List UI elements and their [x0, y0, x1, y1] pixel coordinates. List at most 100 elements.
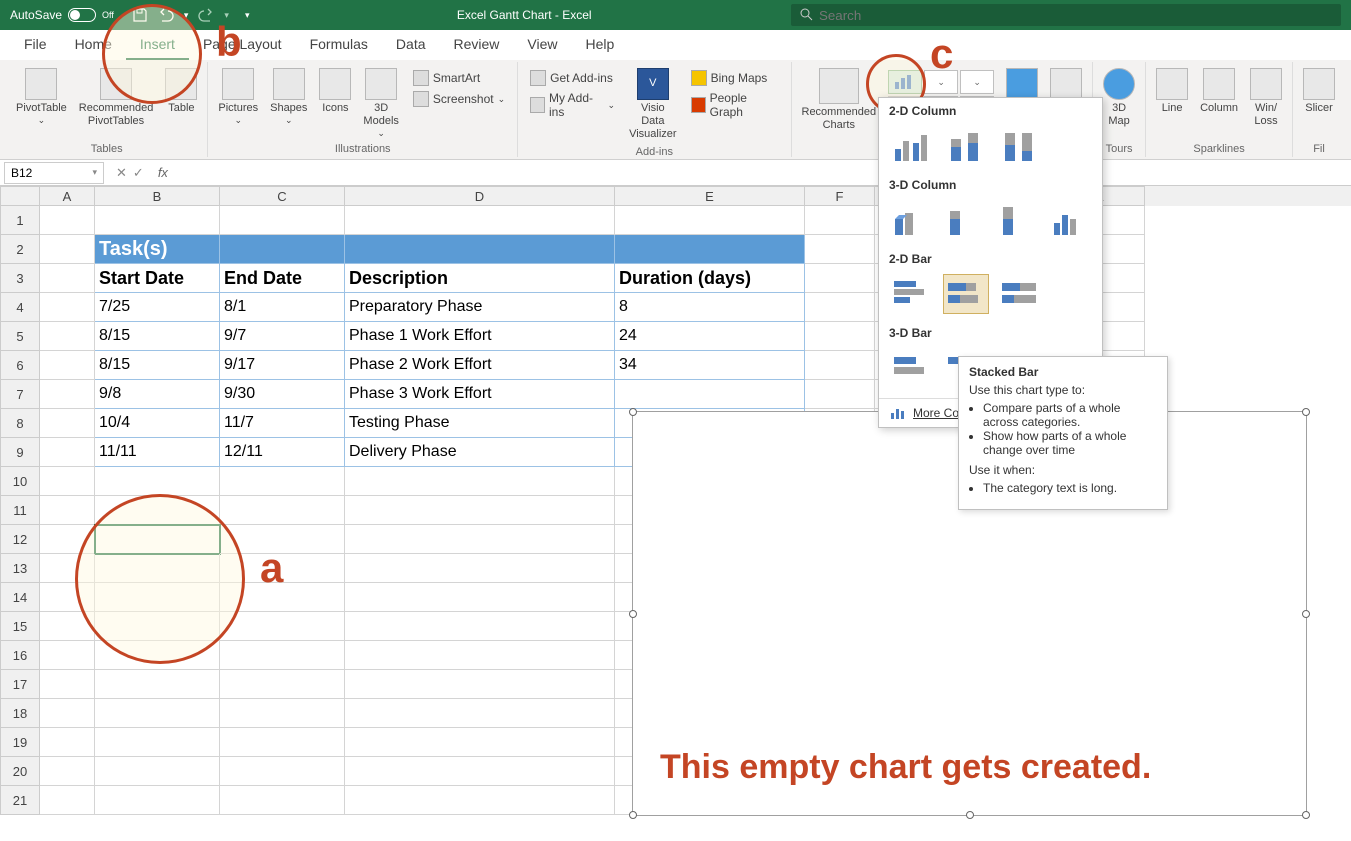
- undo-icon[interactable]: [158, 7, 174, 23]
- visio-button[interactable]: VVisio Data Visualizer: [623, 66, 683, 144]
- cell[interactable]: Duration (days): [615, 264, 805, 293]
- row-header[interactable]: 14: [0, 583, 40, 612]
- cell[interactable]: [40, 235, 95, 264]
- cell[interactable]: End Date: [220, 264, 345, 293]
- cell[interactable]: [220, 757, 345, 786]
- chart-resize-handle[interactable]: [966, 811, 974, 819]
- cell[interactable]: [220, 467, 345, 496]
- cell[interactable]: [220, 670, 345, 699]
- cell[interactable]: 34: [615, 351, 805, 380]
- row-header[interactable]: 6: [0, 351, 40, 380]
- row-header[interactable]: 18: [0, 699, 40, 728]
- cell[interactable]: [220, 612, 345, 641]
- column-header[interactable]: B: [95, 186, 220, 206]
- qat-more-icon[interactable]: ▾: [245, 10, 250, 21]
- autosave-toggle[interactable]: AutoSave Off: [0, 8, 124, 22]
- cell[interactable]: [345, 554, 615, 583]
- cell[interactable]: [805, 351, 875, 380]
- chart-resize-handle[interactable]: [1302, 811, 1310, 819]
- column-header[interactable]: F: [805, 186, 875, 206]
- cell[interactable]: [40, 786, 95, 815]
- row-header[interactable]: 13: [0, 554, 40, 583]
- row-header[interactable]: 17: [0, 670, 40, 699]
- cell[interactable]: Testing Phase: [345, 409, 615, 438]
- clustered-column-option[interactable]: [889, 126, 935, 166]
- recommended-charts-button[interactable]: Recommended Charts: [796, 66, 883, 134]
- bing-maps-button[interactable]: Bing Maps: [687, 68, 783, 88]
- icons-button[interactable]: Icons: [313, 66, 357, 117]
- cell[interactable]: [95, 525, 220, 554]
- row-header[interactable]: 8: [0, 409, 40, 438]
- stacked-column-option[interactable]: [943, 126, 989, 166]
- 3d-column-option[interactable]: [1047, 200, 1092, 240]
- tab-page-layout[interactable]: Page Layout: [189, 30, 296, 60]
- cell[interactable]: Delivery Phase: [345, 438, 615, 467]
- row-header[interactable]: 19: [0, 728, 40, 757]
- cell[interactable]: [95, 206, 220, 235]
- cell[interactable]: 9/8: [95, 380, 220, 409]
- line-chart-button[interactable]: ⌄: [924, 70, 958, 94]
- cell[interactable]: [345, 641, 615, 670]
- cell[interactable]: Task(s): [95, 235, 220, 264]
- cell[interactable]: 11/7: [220, 409, 345, 438]
- cell[interactable]: [615, 206, 805, 235]
- 3d-clustered-bar-option[interactable]: [889, 348, 935, 388]
- cell[interactable]: [220, 206, 345, 235]
- cell[interactable]: Phase 3 Work Effort: [345, 380, 615, 409]
- cell[interactable]: [95, 612, 220, 641]
- cell[interactable]: [805, 206, 875, 235]
- column-header[interactable]: E: [615, 186, 805, 206]
- cell[interactable]: [345, 235, 615, 264]
- enter-icon[interactable]: ✓: [133, 165, 144, 181]
- get-addins-button[interactable]: Get Add-ins: [526, 68, 619, 88]
- cell[interactable]: [40, 322, 95, 351]
- cell[interactable]: [345, 206, 615, 235]
- row-header[interactable]: 15: [0, 612, 40, 641]
- 100-stacked-column-option[interactable]: [997, 126, 1043, 166]
- cell[interactable]: [95, 699, 220, 728]
- 3d-map-button[interactable]: 3D Map: [1097, 66, 1141, 130]
- chart-resize-handle[interactable]: [1302, 610, 1310, 618]
- shapes-button[interactable]: Shapes⌄: [264, 66, 313, 128]
- cell[interactable]: [40, 757, 95, 786]
- cell[interactable]: [615, 380, 805, 409]
- cell[interactable]: [345, 728, 615, 757]
- cell[interactable]: [345, 496, 615, 525]
- cell[interactable]: [345, 525, 615, 554]
- cell[interactable]: [40, 264, 95, 293]
- pictures-button[interactable]: Pictures⌄: [212, 66, 264, 128]
- cell[interactable]: [95, 496, 220, 525]
- cell[interactable]: [40, 525, 95, 554]
- cell[interactable]: Phase 1 Work Effort: [345, 322, 615, 351]
- cell[interactable]: Preparatory Phase: [345, 293, 615, 322]
- cell[interactable]: 8: [615, 293, 805, 322]
- cell[interactable]: [345, 612, 615, 641]
- cell[interactable]: [220, 496, 345, 525]
- cell[interactable]: [220, 728, 345, 757]
- row-header[interactable]: 7: [0, 380, 40, 409]
- cell[interactable]: [40, 351, 95, 380]
- cell[interactable]: [805, 322, 875, 351]
- column-header[interactable]: D: [345, 186, 615, 206]
- slicer-button[interactable]: Slicer: [1297, 66, 1341, 117]
- cell[interactable]: [220, 641, 345, 670]
- cell[interactable]: [805, 380, 875, 409]
- chart-resize-handle[interactable]: [629, 408, 637, 416]
- formula-input[interactable]: [174, 160, 1351, 185]
- recommended-pivottables-button[interactable]: Recommended PivotTables: [73, 66, 160, 130]
- row-header[interactable]: 12: [0, 525, 40, 554]
- cell[interactable]: 8/1: [220, 293, 345, 322]
- cell[interactable]: 8/15: [95, 351, 220, 380]
- row-header[interactable]: 21: [0, 786, 40, 815]
- row-header[interactable]: 4: [0, 293, 40, 322]
- cell[interactable]: [40, 467, 95, 496]
- cell[interactable]: [95, 786, 220, 815]
- 3d-models-button[interactable]: 3D Models⌄: [357, 66, 404, 141]
- cell[interactable]: 10/4: [95, 409, 220, 438]
- column-header[interactable]: A: [40, 186, 95, 206]
- cell[interactable]: [95, 467, 220, 496]
- cell[interactable]: [95, 583, 220, 612]
- cell[interactable]: [40, 554, 95, 583]
- tab-formulas[interactable]: Formulas: [296, 30, 382, 60]
- cell[interactable]: [95, 670, 220, 699]
